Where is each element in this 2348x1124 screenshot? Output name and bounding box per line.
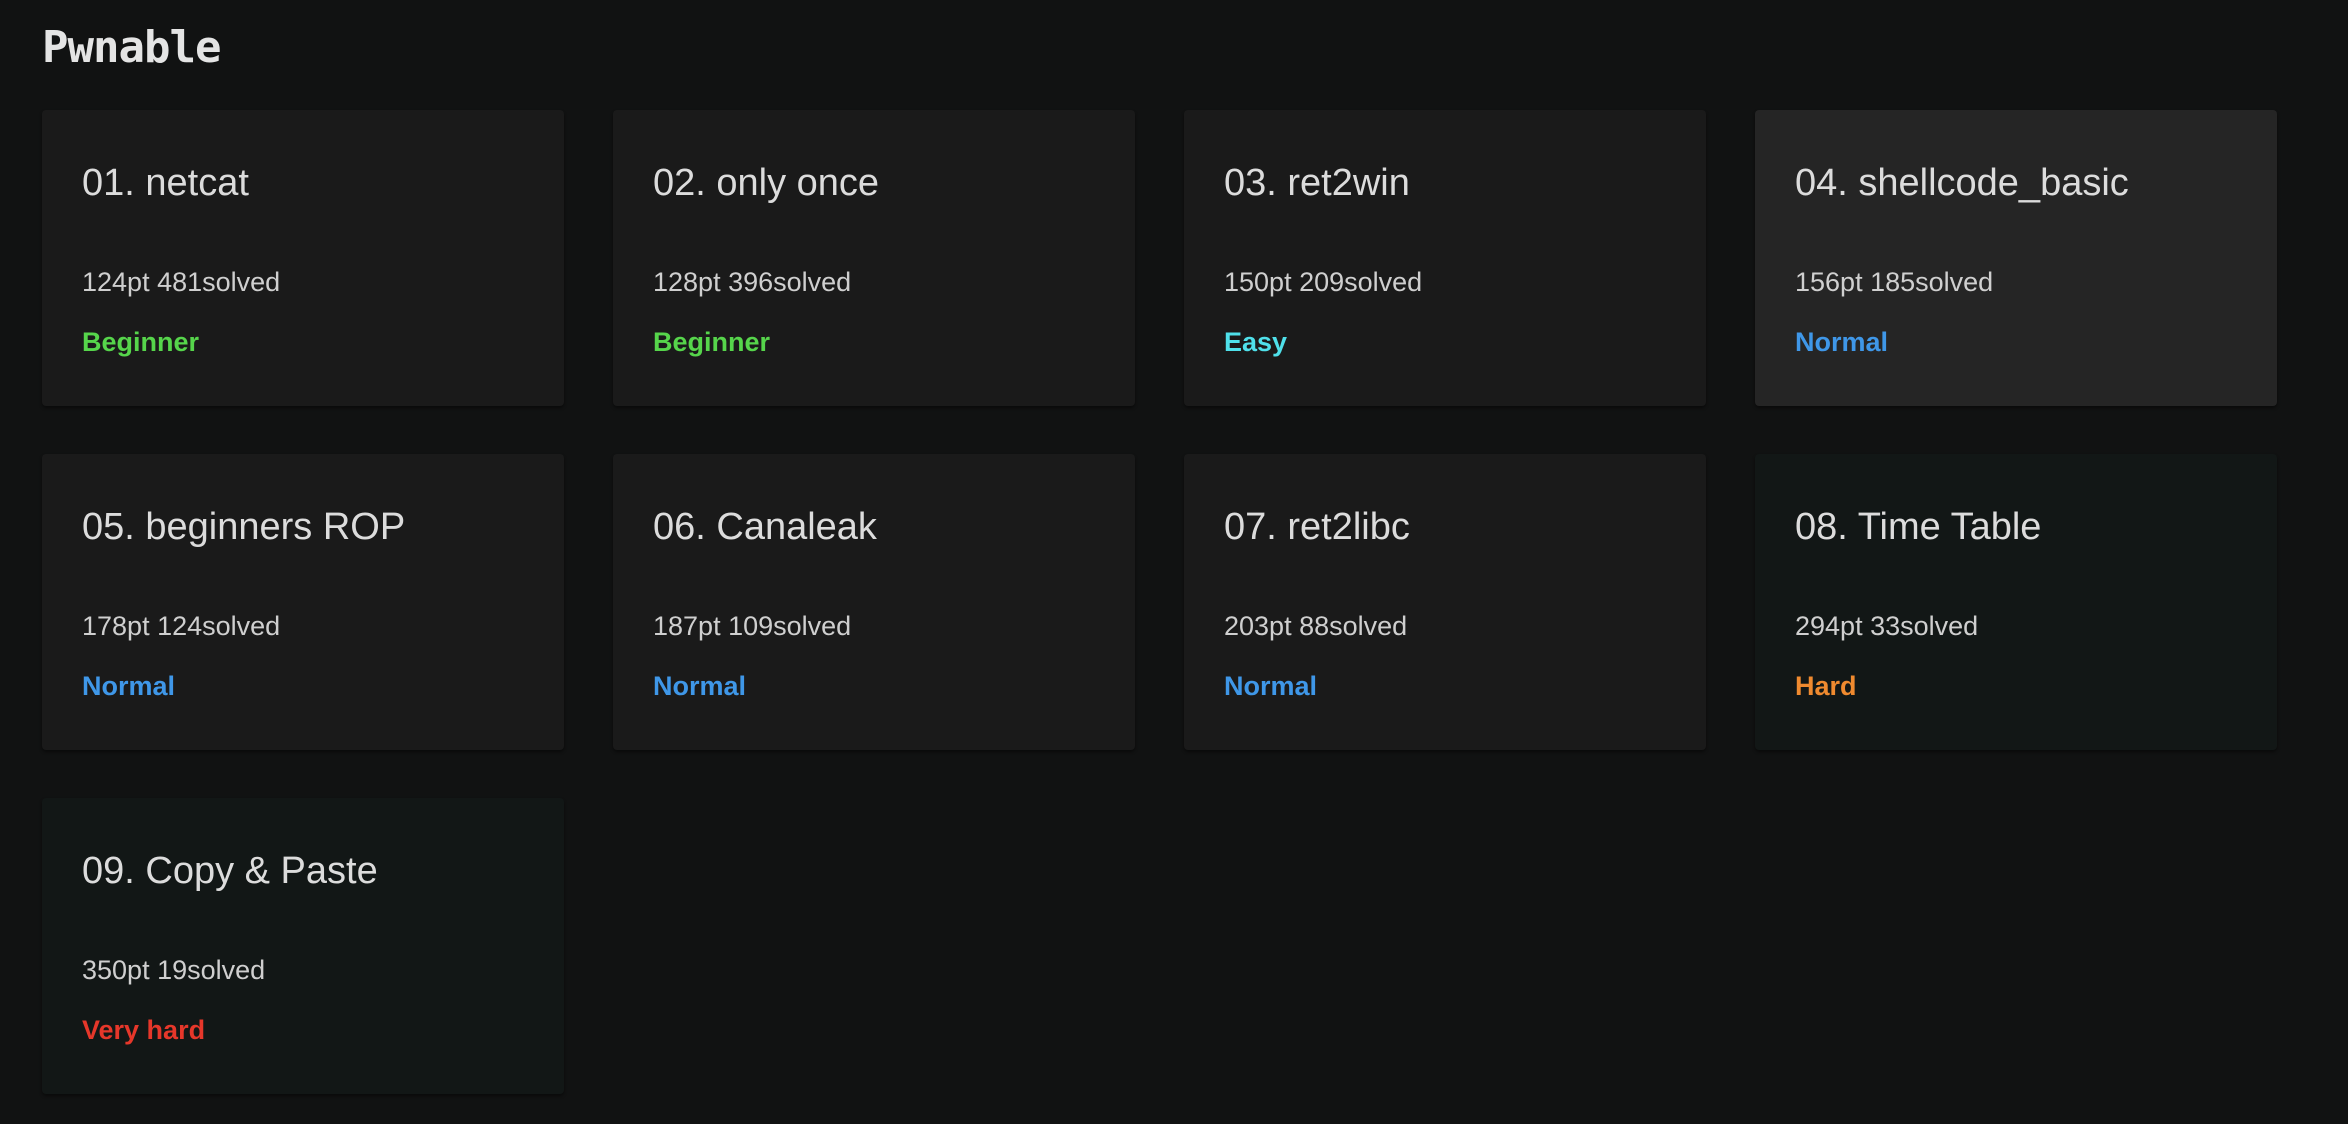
challenge-card-ret2libc[interactable]: 07. ret2libc 203pt 88solved Normal [1184, 454, 1706, 750]
difficulty-label: Normal [82, 671, 176, 701]
difficulty-label: Very hard [82, 1015, 206, 1045]
challenge-points-solved: 156pt 185solved [1795, 267, 1994, 297]
challenge-points-solved: 187pt 109solved [653, 611, 852, 641]
difficulty-label: Normal [653, 671, 747, 701]
challenge-points-solved: 128pt 396solved [653, 267, 852, 297]
challenge-title: 04. shellcode_basic [1795, 162, 2129, 204]
challenge-title: 06. Canaleak [653, 506, 877, 548]
challenge-points-solved: 350pt 19solved [82, 955, 266, 985]
section-title: Pwnable [42, 22, 221, 73]
difficulty-label: Beginner [82, 327, 200, 357]
challenge-title: 08. Time Table [1795, 506, 2042, 548]
challenge-title: 03. ret2win [1224, 162, 1410, 204]
challenge-points-solved: 178pt 124solved [82, 611, 281, 641]
difficulty-label: Easy [1224, 327, 1288, 357]
challenge-card-only-once[interactable]: 02. only once 128pt 396solved Beginner [613, 110, 1135, 406]
challenge-title: 01. netcat [82, 162, 249, 204]
challenge-card-beginners-rop[interactable]: 05. beginners ROP 178pt 124solved Normal [42, 454, 564, 750]
challenge-grid: 01. netcat 124pt 481solved Beginner 02. … [42, 110, 2277, 1094]
challenge-card-copy-and-paste[interactable]: 09. Copy & Paste 350pt 19solved Very har… [42, 798, 564, 1094]
challenge-title: 09. Copy & Paste [82, 850, 378, 892]
challenge-card-ret2win[interactable]: 03. ret2win 150pt 209solved Easy [1184, 110, 1706, 406]
challenge-points-solved: 203pt 88solved [1224, 611, 1408, 641]
challenge-title: 02. only once [653, 162, 880, 204]
challenge-points-solved: 150pt 209solved [1224, 267, 1423, 297]
difficulty-label: Hard [1795, 671, 1857, 701]
difficulty-label: Normal [1224, 671, 1318, 701]
challenge-card-canaleak[interactable]: 06. Canaleak 187pt 109solved Normal [613, 454, 1135, 750]
difficulty-label: Normal [1795, 327, 1889, 357]
challenge-title: 05. beginners ROP [82, 506, 406, 548]
challenge-points-solved: 124pt 481solved [82, 267, 281, 297]
challenge-title: 07. ret2libc [1224, 506, 1410, 548]
challenge-points-solved: 294pt 33solved [1795, 611, 1979, 641]
challenge-card-shellcode-basic[interactable]: 04. shellcode_basic 156pt 185solved Norm… [1755, 110, 2277, 406]
challenge-card-netcat[interactable]: 01. netcat 124pt 481solved Beginner [42, 110, 564, 406]
difficulty-label: Beginner [653, 327, 771, 357]
challenge-card-time-table[interactable]: 08. Time Table 294pt 33solved Hard [1755, 454, 2277, 750]
